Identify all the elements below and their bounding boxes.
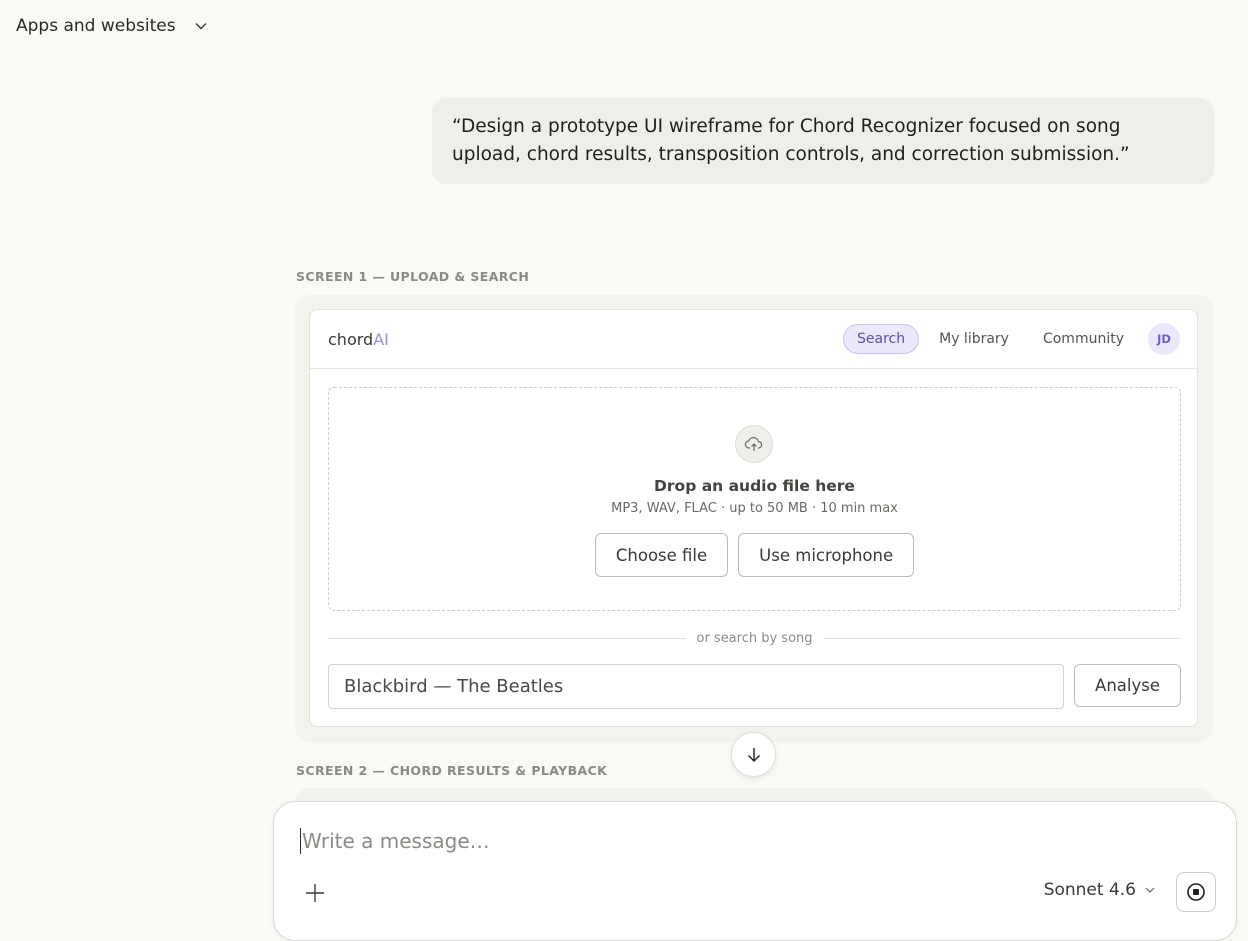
app-header: chordAI Search My library Community JD	[310, 310, 1197, 369]
wireframe-app: chordAI Search My library Community JD D…	[309, 309, 1198, 727]
message-composer: Write a message… Sonnet 4.6	[273, 801, 1237, 941]
upload-cloud-icon	[735, 425, 773, 463]
use-microphone-button[interactable]: Use microphone	[738, 533, 915, 577]
model-name: Sonnet 4.6	[1043, 880, 1136, 900]
nav-search[interactable]: Search	[843, 324, 920, 354]
plus-icon[interactable]	[304, 882, 326, 904]
nav-my-library[interactable]: My library	[925, 325, 1023, 353]
app-nav: Search My library Community JD	[843, 323, 1180, 355]
message-input[interactable]: Write a message…	[300, 828, 490, 854]
screen-1-label: SCREEN 1 — UPLOAD & SEARCH	[296, 269, 530, 284]
divider-line	[822, 637, 1182, 639]
screen-1-frame: chordAI Search My library Community JD D…	[295, 295, 1213, 742]
app-selector-label: Apps and websites	[16, 16, 176, 36]
screen-2-label: SCREEN 2 — CHORD RESULTS & PLAYBACK	[296, 763, 608, 778]
choose-file-button[interactable]: Choose file	[594, 533, 729, 577]
song-search-row: Blackbird — The Beatles Analyse	[328, 664, 1181, 709]
divider-text: or search by song	[696, 630, 813, 646]
arrow-down-icon	[747, 747, 760, 762]
audio-dropzone[interactable]: Drop an audio file here MP3, WAV, FLAC ·…	[328, 387, 1181, 611]
logo-accent: AI	[373, 329, 389, 349]
analyse-button[interactable]: Analyse	[1074, 664, 1181, 707]
dropzone-buttons: Choose file Use microphone	[329, 533, 1180, 577]
avatar[interactable]: JD	[1148, 323, 1180, 355]
user-message: “Design a prototype UI wireframe for Cho…	[432, 98, 1214, 184]
chevron-down-icon	[1145, 887, 1155, 893]
dropzone-title: Drop an audio file here	[654, 477, 855, 495]
model-selector[interactable]: Sonnet 4.6	[1044, 880, 1156, 900]
app-selector[interactable]: Apps and websites	[16, 14, 208, 38]
song-search-input[interactable]: Blackbird — The Beatles	[328, 664, 1065, 709]
dropzone-subtitle: MP3, WAV, FLAC · up to 50 MB · 10 min ma…	[611, 501, 898, 516]
logo-text: chord	[328, 329, 374, 349]
stop-button[interactable]	[1176, 872, 1216, 912]
chevron-down-icon	[195, 23, 207, 30]
search-divider: or search by song	[328, 628, 1182, 648]
stop-icon	[1187, 883, 1205, 901]
scroll-down-button[interactable]	[731, 732, 776, 777]
nav-community[interactable]: Community	[1029, 325, 1138, 353]
app-logo[interactable]: chordAI	[328, 330, 389, 349]
divider-line	[328, 637, 687, 639]
